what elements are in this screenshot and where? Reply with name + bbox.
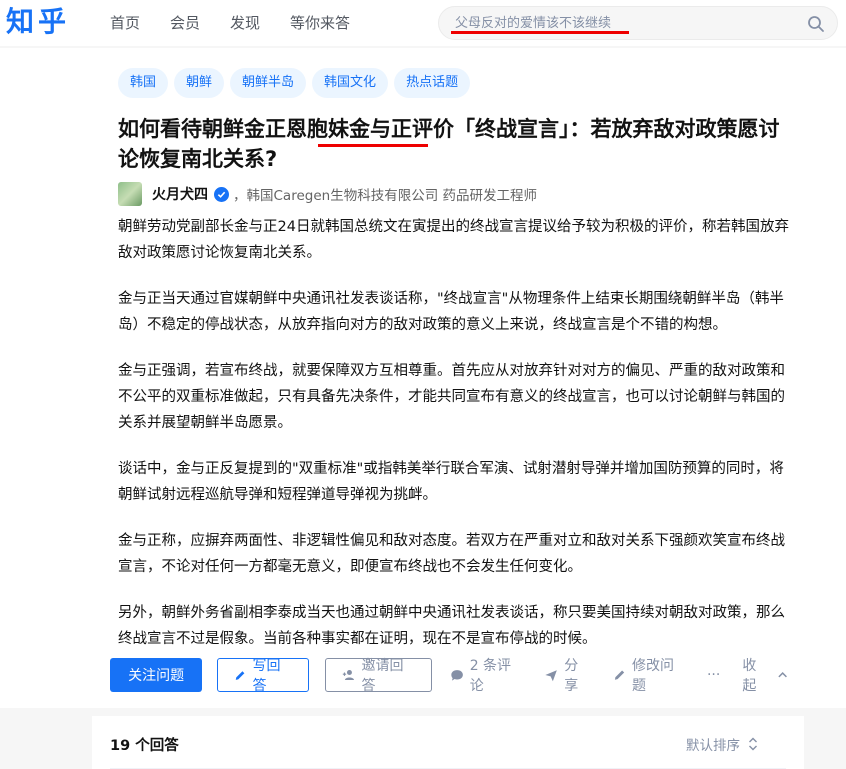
sort-switch-icon [749,737,757,751]
question-actions: 关注问题 写回答 邀请回答 2 条评论 分享 修改问题 ··· 收起 [110,655,810,695]
main-nav: 首页 会员 发现 等你来答 [110,0,380,46]
pencil-icon [614,670,624,680]
write-answer-button[interactable]: 写回答 [217,658,310,694]
search-icon[interactable] [807,15,825,33]
topic-tag[interactable]: 热点话题 [394,68,471,98]
edit-question-button[interactable]: 修改问题 [613,655,685,695]
topic-tags: 韩国 朝鲜 朝鲜半岛 韩国文化 热点话题 [118,68,476,98]
search-input[interactable] [455,7,795,39]
invite-answer-label: 邀请回答 [361,658,404,694]
chevron-up-icon [778,672,787,678]
nav-waiting-answers[interactable]: 等你来答 [290,0,350,46]
author-info: 火月犬四 ，韩国Caregen生物科技有限公司 药品研发工程师 [118,181,537,207]
more-icon[interactable]: ··· [707,667,720,683]
invite-answer-button[interactable]: 邀请回答 [325,658,432,694]
answer-count: 19 个回答 [110,738,179,754]
top-bar: 知乎 首页 会员 发现 等你来答 [0,0,846,46]
sort-label: 默认排序 [686,738,740,754]
nav-explore[interactable]: 发现 [230,0,260,46]
detail-paragraph: 金与正称，应摒弃两面性、非逻辑性偏见和敌对态度。若双方在严重对立和敌对关系下强颜… [118,533,785,575]
share-button[interactable]: 分享 [544,655,591,695]
follow-question-button[interactable]: 关注问题 [110,658,203,692]
verified-icon [214,186,229,202]
answers-card: 19 个回答 默认排序 [92,716,804,769]
pencil-icon [235,670,245,680]
annotation-underline-title [318,144,428,147]
topic-tag[interactable]: 韩国 [118,68,169,98]
share-label: 分享 [564,658,579,694]
topic-tag[interactable]: 朝鲜半岛 [230,68,307,98]
avatar[interactable] [118,182,142,206]
comment-icon [450,669,463,681]
sort-dropdown[interactable]: 默认排序 [686,734,758,754]
author-name[interactable]: 火月犬四 [152,184,208,204]
comments-label: 2 条评论 [469,658,512,694]
topic-tag[interactable]: 朝鲜 [174,68,225,98]
detail-paragraph: 金与正当天通过官媒朝鲜中央通讯社发表谈话称，"终战宣言"从物理条件上结束长期围绕… [118,291,784,333]
share-icon [545,669,557,681]
nav-home[interactable]: 首页 [110,0,140,46]
zhihu-logo[interactable]: 知乎 [6,4,70,40]
question-detail: 朝鲜劳动党副部长金与正24日就韩国总统文在寅提出的终战宣言提议给予较为积极的评价… [118,214,790,672]
comments-button[interactable]: 2 条评论 [450,655,523,695]
add-person-icon [343,670,355,680]
collapse-label: 收起 [742,658,757,694]
topic-tag[interactable]: 韩国文化 [312,68,389,98]
detail-paragraph: 金与正强调，若宣布终战，就要保障双方互相尊重。首先应从对放弃针对对方的偏见、严重… [118,363,785,431]
nav-vip[interactable]: 会员 [170,0,200,46]
detail-paragraph: 另外，朝鲜外务省副相李泰成当天也通过朝鲜中央通讯社发表谈话，称只要美国持续对朝敌… [118,605,785,647]
annotation-underline-search [451,31,629,34]
question-card: 韩国 朝鲜 朝鲜半岛 韩国文化 热点话题 如何看待朝鲜金正恩胞妹金与正评价「终战… [0,48,846,708]
search-box [438,6,838,40]
edit-question-label: 修改问题 [631,658,674,694]
detail-paragraph: 谈话中，金与正反复提到的"双重标准"或指韩美举行联合军演、试射潜射导弹并增加国防… [118,461,784,503]
detail-paragraph: 朝鲜劳动党副部长金与正24日就韩国总统文在寅提出的终战宣言提议给予较为积极的评价… [118,219,789,261]
write-answer-label: 写回答 [252,658,281,694]
author-bio: ，韩国Caregen生物科技有限公司 药品研发工程师 [233,188,537,204]
question-title: 如何看待朝鲜金正恩胞妹金与正评价「终战宣言」：若放弃敌对政策愿讨论恢复南北关系? [118,117,780,171]
collapse-button[interactable]: 收起 [742,655,788,695]
